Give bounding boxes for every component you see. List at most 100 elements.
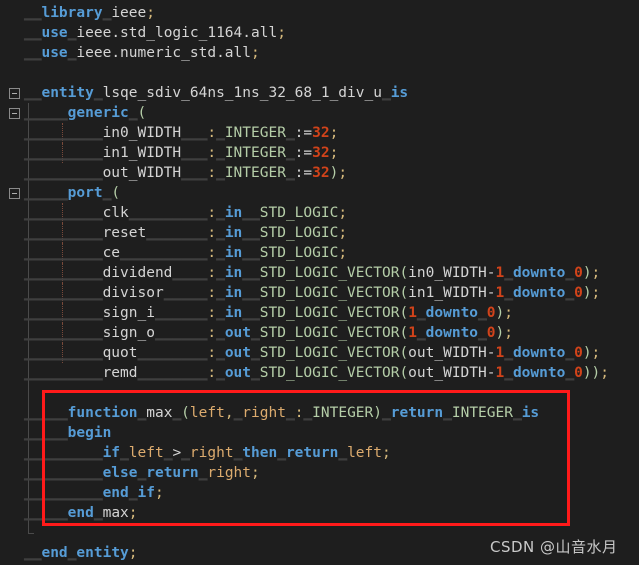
- code-line[interactable]: [0, 383, 639, 403]
- code-line-text: ▁▁use▁ieee.numeric_std.all;: [24, 45, 260, 61]
- token-ws: ▁▁: [24, 45, 42, 61]
- token-op: :=: [294, 165, 313, 181]
- fold-toggle-icon[interactable]: [9, 188, 20, 199]
- code-line[interactable]: ▁▁▁▁▁generic▁(: [0, 103, 639, 123]
- token-ws: ▁: [443, 405, 452, 421]
- code-line[interactable]: ▁▁▁▁▁port▁(: [0, 183, 639, 203]
- code-line[interactable]: ▁▁▁▁▁▁▁▁▁dividend▁▁▁▁:▁in▁▁STD_LOGIC_VEC…: [0, 263, 639, 283]
- token-punc: :: [207, 225, 217, 241]
- code-line[interactable]: ▁▁▁▁▁▁▁▁▁ce▁▁▁▁▁▁▁▁▁▁:▁in▁▁STD_LOGIC;: [0, 243, 639, 263]
- token-typ: INTEGER: [224, 165, 286, 181]
- token-op: :=: [294, 145, 313, 161]
- token-id: in0_WIDTH: [408, 265, 487, 281]
- token-ws: ▁: [416, 325, 426, 341]
- code-line[interactable]: ▁▁▁▁▁▁▁▁▁in0_WIDTH▁▁▁:▁INTEGER▁:=32;: [0, 123, 639, 143]
- token-kw: downto: [512, 265, 566, 281]
- code-line[interactable]: ▁▁▁▁▁function▁max▁(left,▁right▁:▁INTEGER…: [0, 403, 639, 423]
- token-num: 32: [312, 125, 330, 141]
- code-line[interactable]: ▁▁▁▁▁▁▁▁▁out_WIDTH▁▁▁:▁INTEGER▁:=32);: [0, 163, 639, 183]
- token-par: left: [347, 445, 382, 461]
- code-line[interactable]: ▁▁▁▁▁▁▁▁▁sign_i▁▁▁▁▁▁:▁in▁▁STD_LOGIC_VEC…: [0, 303, 639, 323]
- code-line[interactable]: ▁▁▁▁▁▁▁▁▁divisor▁▁▁▁▁:▁in▁▁STD_LOGIC_VEC…: [0, 283, 639, 303]
- token-ws: ▁▁: [242, 305, 260, 321]
- code-line[interactable]: ▁▁use▁ieee.std_logic_1164.all;: [0, 23, 639, 43]
- token-punc: ;: [591, 265, 601, 281]
- token-ws: ▁: [504, 265, 513, 281]
- token-ws: ▁▁▁▁▁▁▁▁▁: [24, 365, 103, 381]
- token-kw: in: [224, 305, 243, 321]
- token-ws: ▁▁▁▁▁▁▁▁▁: [24, 465, 103, 481]
- token-ws: ▁: [233, 405, 243, 421]
- token-ws: ▁▁▁▁▁▁▁▁▁: [24, 205, 103, 221]
- token-ws: ▁▁: [242, 205, 260, 221]
- code-line-text: ▁▁▁▁▁▁▁▁▁reset▁▁▁▁▁▁▁:▁in▁▁STD_LOGIC;: [24, 225, 347, 241]
- code-line[interactable]: ▁▁▁▁▁▁▁▁▁remd▁▁▁▁▁▁▁▁:▁out▁STD_LOGIC_VEC…: [0, 363, 639, 383]
- token-ws: ▁▁: [242, 285, 260, 301]
- token-ws: ▁▁▁▁▁▁▁▁▁: [24, 245, 103, 261]
- token-ws: ▁▁▁▁▁▁▁▁▁: [128, 205, 208, 221]
- code-line-text: ▁▁▁▁▁▁▁▁▁sign_i▁▁▁▁▁▁:▁in▁▁STD_LOGIC_VEC…: [24, 305, 513, 321]
- token-ws: ▁▁▁▁▁▁▁▁▁: [24, 325, 103, 341]
- token-ws: ▁: [303, 405, 313, 421]
- code-line-text: ▁▁▁▁▁▁▁▁▁else▁return▁right;: [24, 465, 260, 481]
- code-line[interactable]: ▁▁entity▁lsqe_sdiv_64ns_1ns_32_68_1_div_…: [0, 83, 639, 103]
- code-line[interactable]: ▁▁library▁ieee;: [0, 3, 639, 23]
- token-ws: ▁: [504, 285, 513, 301]
- token-ws: ▁: [216, 205, 225, 221]
- token-ws: ▁▁▁▁▁: [24, 105, 68, 121]
- code-line[interactable]: ▁▁▁▁▁▁▁▁▁if▁left▁>▁right▁then▁return▁lef…: [0, 443, 639, 463]
- code-line[interactable]: ▁▁▁▁▁▁▁▁▁clk▁▁▁▁▁▁▁▁▁:▁in▁▁STD_LOGIC;: [0, 203, 639, 223]
- token-ws: ▁: [285, 125, 295, 141]
- token-ws: ▁▁: [242, 265, 260, 281]
- token-typ: STD_LOGIC_VECTOR: [259, 285, 400, 301]
- token-kw: begin: [67, 425, 112, 441]
- code-line[interactable]: ▁▁▁▁▁▁▁▁▁end▁if;: [0, 483, 639, 503]
- token-paren: ): [373, 405, 382, 421]
- code-line-text: ▁▁▁▁▁▁▁▁▁quot▁▁▁▁▁▁▁▁:▁out▁STD_LOGIC_VEC…: [24, 345, 600, 361]
- token-id: divisor: [102, 285, 164, 301]
- fold-toggle-icon[interactable]: [9, 108, 20, 119]
- token-num: 0: [486, 325, 496, 341]
- token-op: >: [172, 445, 182, 461]
- token-paren: (: [399, 285, 409, 301]
- token-typ: INTEGER: [224, 125, 286, 141]
- code-line[interactable]: ▁▁▁▁▁begin: [0, 423, 639, 443]
- token-punc: ;: [338, 165, 348, 181]
- token-kw: is: [521, 405, 540, 421]
- token-punc: :: [207, 245, 217, 261]
- token-kw: in: [224, 265, 243, 281]
- token-ws: ▁▁▁▁▁: [24, 425, 68, 441]
- token-id: max: [102, 505, 129, 521]
- token-ws: ▁: [216, 165, 225, 181]
- code-line[interactable]: ▁▁▁▁▁end▁max;: [0, 503, 639, 523]
- code-line[interactable]: ▁▁use▁ieee.numeric_std.all;: [0, 43, 639, 63]
- code-line-text: ▁▁▁▁▁▁▁▁▁in1_WIDTH▁▁▁:▁INTEGER▁:=32;: [24, 145, 338, 161]
- code-line[interactable]: ▁▁▁▁▁▁▁▁▁reset▁▁▁▁▁▁▁:▁in▁▁STD_LOGIC;: [0, 223, 639, 243]
- token-kw: entity: [76, 545, 129, 561]
- token-id: out_WIDTH: [408, 345, 487, 361]
- token-id: reset: [102, 225, 147, 241]
- code-line[interactable]: ▁▁▁▁▁▁▁▁▁in1_WIDTH▁▁▁:▁INTEGER▁:=32;: [0, 143, 639, 163]
- token-id: max: [146, 405, 173, 421]
- token-ws: ▁: [102, 185, 112, 201]
- token-num: 1: [495, 345, 505, 361]
- code-line[interactable]: ▁▁▁▁▁▁▁▁▁quot▁▁▁▁▁▁▁▁:▁out▁STD_LOGIC_VEC…: [0, 343, 639, 363]
- code-line[interactable]: ▁▁▁▁▁▁▁▁▁sign_o▁▁▁▁▁▁:▁out▁STD_LOGIC_VEC…: [0, 323, 639, 343]
- code-editor[interactable]: ▁▁library▁ieee; ▁▁use▁ieee.std_logic_1164…: [0, 0, 639, 565]
- token-paren: (: [399, 365, 409, 381]
- token-kw: if: [137, 485, 155, 501]
- token-ws: ▁: [277, 445, 286, 461]
- token-punc: :: [207, 205, 217, 221]
- token-ws: ▁▁: [24, 545, 42, 561]
- token-ws: ▁: [565, 365, 575, 381]
- code-line[interactable]: ▁▁▁▁▁▁▁▁▁else▁return▁right;: [0, 463, 639, 483]
- token-num: 0: [574, 285, 583, 301]
- token-ws: ▁: [478, 325, 487, 341]
- token-id: ieee.std_logic_1164.all: [76, 25, 278, 41]
- token-par: left: [189, 405, 225, 421]
- fold-toggle-icon[interactable]: [9, 88, 20, 99]
- token-ws: ▁: [285, 145, 295, 161]
- token-ws: ▁: [251, 365, 260, 381]
- code-line[interactable]: [0, 63, 639, 83]
- code-lines-container[interactable]: ▁▁library▁ieee; ▁▁use▁ieee.std_logic_1164…: [0, 0, 639, 565]
